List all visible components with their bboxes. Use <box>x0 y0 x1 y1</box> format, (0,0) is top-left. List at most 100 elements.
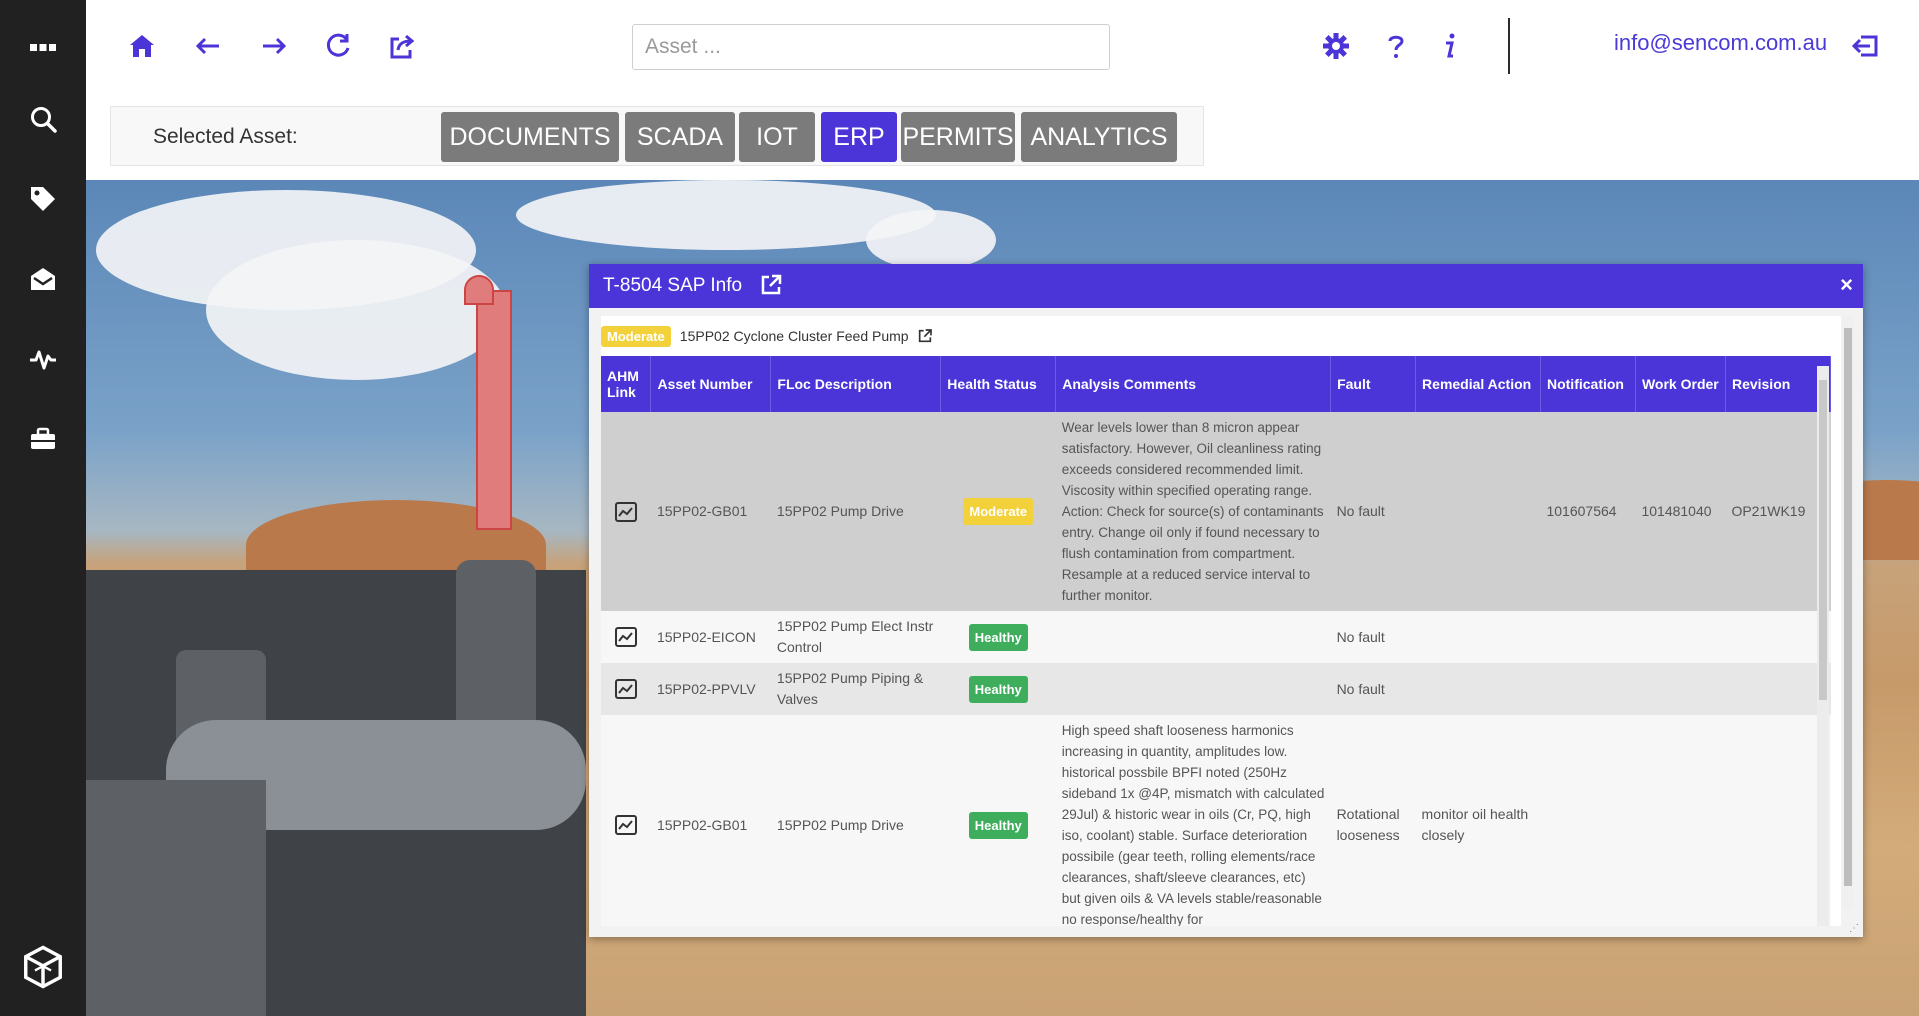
help-question-icon[interactable] <box>1376 26 1416 66</box>
tag-icon[interactable] <box>22 178 64 220</box>
revision-cell <box>1725 715 1831 926</box>
tower-top <box>464 275 494 305</box>
floc-cell: 15PP02 Pump Drive <box>770 715 941 926</box>
notification-cell <box>1540 715 1636 926</box>
tab-scada[interactable]: SCADA <box>625 112 735 162</box>
table-row[interactable]: 15PP02-PPVLV 15PP02 Pump Piping & Valves… <box>601 663 1831 715</box>
home-icon[interactable] <box>122 26 162 66</box>
work-order-cell <box>1635 611 1726 663</box>
revision-cell: OP21WK19 <box>1725 412 1831 611</box>
toolbar-divider <box>1508 18 1510 74</box>
external-link-icon[interactable] <box>759 273 783 297</box>
work-order-cell: 101481040 <box>1635 412 1726 611</box>
dialog-scrollbar-thumb[interactable] <box>1844 328 1852 886</box>
tab-iot[interactable]: IOT <box>739 112 815 162</box>
notification-cell <box>1540 611 1636 663</box>
table-header-row: AHM Link Asset Number FLoc Description H… <box>601 356 1832 412</box>
table-row[interactable]: 15PP02-EICON 15PP02 Pump Elect Instr Con… <box>601 611 1831 663</box>
dialog-scrollbar[interactable] <box>1843 316 1853 910</box>
gear-icon[interactable] <box>1316 26 1356 66</box>
remedial-cell <box>1415 412 1541 611</box>
refresh-icon[interactable] <box>318 26 358 66</box>
col-health-status[interactable]: Health Status <box>940 356 1057 412</box>
chart-link-icon[interactable] <box>614 627 637 647</box>
summary-asset-name: 15PP02 Cyclone Cluster Feed Pump <box>679 328 909 344</box>
close-icon[interactable]: × <box>1840 272 1853 298</box>
work-order-cell <box>1635 663 1726 715</box>
table-scrollbar[interactable] <box>1817 366 1829 926</box>
comments-cell <box>1055 611 1331 663</box>
toolbox-icon[interactable] <box>22 418 64 460</box>
tab-erp[interactable]: ERP <box>821 112 897 162</box>
chart-link-icon[interactable] <box>614 679 637 699</box>
tab-documents[interactable]: DOCUMENTS <box>441 112 619 162</box>
logout-icon[interactable] <box>1846 26 1886 66</box>
fault-cell: No fault <box>1330 412 1416 611</box>
summary-health-badge: Moderate <box>601 325 671 347</box>
sap-info-dialog: T-8504 SAP Info × Moderate 15PP02 Cyclon… <box>589 264 1863 937</box>
selected-column-tower[interactable] <box>476 290 512 530</box>
resize-handle-icon[interactable]: ⋰ <box>1849 923 1861 935</box>
col-revision[interactable]: Revision <box>1725 356 1832 412</box>
asset-number-cell: 15PP02-PPVLV <box>650 663 771 715</box>
chart-link-icon[interactable] <box>614 501 637 522</box>
back-arrow-icon[interactable] <box>188 26 228 66</box>
notification-cell <box>1540 663 1636 715</box>
remedial-cell <box>1415 611 1541 663</box>
table-row[interactable]: 15PP02-GB01 15PP02 Pump Drive Moderate W… <box>601 412 1831 611</box>
health-badge: Healthy <box>968 811 1028 839</box>
share-export-icon[interactable] <box>382 26 422 66</box>
selected-asset-bar: Selected Asset: DOCUMENTS SCADA IOT ERP … <box>110 106 1204 166</box>
tab-analytics[interactable]: ANALYTICS <box>1021 112 1177 162</box>
menu-dots-icon[interactable] <box>22 26 64 68</box>
col-analysis-comments[interactable]: Analysis Comments <box>1055 356 1332 412</box>
comments-cell: Wear levels lower than 8 micron appear s… <box>1055 412 1331 611</box>
col-fault[interactable]: Fault <box>1330 356 1417 412</box>
table-row[interactable]: 15PP02-GB01 15PP02 Pump Drive Healthy Hi… <box>601 715 1831 926</box>
left-sidebar <box>0 0 86 1016</box>
floc-cell: 15PP02 Pump Piping & Valves <box>770 663 941 715</box>
remedial-cell: monitor oil health closely <box>1415 715 1541 926</box>
cloud <box>206 240 506 380</box>
health-badge: Healthy <box>968 623 1028 651</box>
table-scrollbar-thumb[interactable] <box>1819 380 1827 700</box>
asset-search-input[interactable] <box>632 24 1110 70</box>
col-asset-number[interactable]: Asset Number <box>650 356 772 412</box>
search-icon[interactable] <box>22 98 64 140</box>
external-link-icon[interactable] <box>917 328 933 344</box>
tab-permits[interactable]: PERMITS <box>901 112 1015 162</box>
asset-summary: Moderate 15PP02 Cyclone Cluster Feed Pum… <box>601 325 933 347</box>
app-logo-cube-icon <box>18 942 68 992</box>
floc-cell: 15PP02 Pump Elect Instr Control <box>770 611 941 663</box>
comments-cell: High speed shaft looseness harmonics inc… <box>1055 715 1331 926</box>
fault-cell: Rotational looseness <box>1330 715 1416 926</box>
selected-asset-label: Selected Asset: <box>153 125 298 148</box>
fault-cell: No fault <box>1330 663 1416 715</box>
col-notification[interactable]: Notification <box>1540 356 1636 412</box>
user-email-link[interactable]: info@sencom.com.au <box>1614 30 1827 56</box>
revision-cell <box>1725 611 1831 663</box>
sap-info-table: AHM Link Asset Number FLoc Description H… <box>601 356 1832 926</box>
dialog-body: Moderate 15PP02 Cyclone Cluster Feed Pum… <box>601 316 1841 926</box>
fault-cell: No fault <box>1330 611 1416 663</box>
health-badge: Healthy <box>968 675 1028 703</box>
col-remedial-action[interactable]: Remedial Action <box>1415 356 1541 412</box>
col-floc-description[interactable]: FLoc Description <box>770 356 942 412</box>
floc-cell: 15PP02 Pump Drive <box>770 412 941 611</box>
notification-cell: 101607564 <box>1540 412 1636 611</box>
chart-link-icon[interactable] <box>614 815 637 835</box>
remedial-cell <box>1415 663 1541 715</box>
work-order-cell <box>1635 715 1726 926</box>
col-work-order[interactable]: Work Order <box>1635 356 1726 412</box>
col-ahm-link[interactable]: AHM Link <box>601 356 652 412</box>
comments-cell <box>1055 663 1331 715</box>
forward-arrow-icon[interactable] <box>254 26 294 66</box>
activity-pulse-icon[interactable] <box>22 338 64 380</box>
dialog-title: T-8504 SAP Info <box>603 275 743 296</box>
health-badge: Moderate <box>963 498 1034 525</box>
asset-number-cell: 15PP02-GB01 <box>650 412 771 611</box>
asset-number-cell: 15PP02-EICON <box>650 611 771 663</box>
info-icon[interactable] <box>1430 26 1470 66</box>
envelope-open-icon[interactable] <box>22 258 64 300</box>
plant-machine <box>86 780 266 1016</box>
